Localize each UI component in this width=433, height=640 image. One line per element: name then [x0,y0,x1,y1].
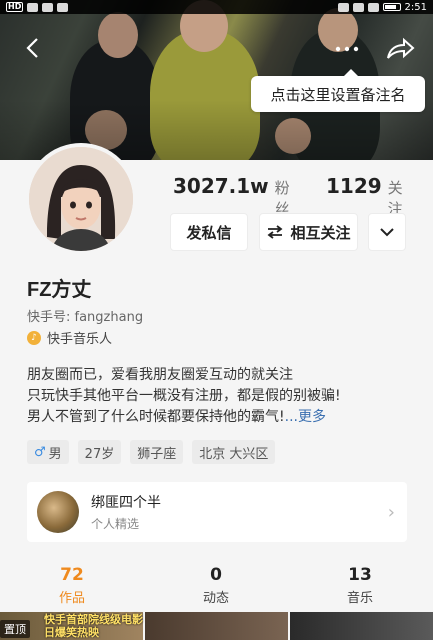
musician-badge-label: 快手音乐人 [47,332,113,347]
profile-name: FZ方丈 [27,279,92,301]
avatar-illustration-icon [29,147,133,251]
music-note-icon: ♪ [27,330,41,345]
set-remark-tooltip[interactable]: 点击这里设置备注名 [251,69,425,112]
collection-texts: 绑匪四个半 个人精选 [91,492,161,532]
collection-subtitle: 个人精选 [91,517,140,531]
location-tag: 北京 大兴区 [192,440,276,464]
chevron-down-icon [380,228,394,237]
age-tag: 27岁 [77,440,122,464]
bio: 朋友圈而已，爱看我朋友圈爱互动的就关注 只玩快手其他平台一概没有注册，都是假的别… [27,365,412,428]
more-actions-dropdown[interactable] [368,213,406,251]
mutual-arrows-icon [267,225,283,239]
bluetooth-icon [352,2,364,12]
bio-more-link[interactable]: ...更多 [285,409,326,425]
tab-music[interactable]: 13 音乐 [288,565,432,615]
share-arrow-icon [387,37,415,59]
collection-title: 绑匪四个半 [91,495,161,511]
back-button[interactable] [22,36,46,60]
mutual-follow-button[interactable]: 相互关注 [259,213,358,251]
status-right-icons: 2:51 [337,1,427,13]
more-dots-icon [335,46,359,52]
musician-badge[interactable]: ♪ 快手音乐人 [27,328,112,347]
work-caption-line-2: 日爆笑热映 [44,626,99,639]
app-notification-icon [42,2,54,12]
pinned-badge: 置顶 [0,620,30,638]
cover-head-left [98,12,138,58]
avatar[interactable] [25,143,137,255]
bio-line-3: 男人不管到了什么时候都要保持他的霸气!...更多 [27,407,412,428]
mute-icon [367,2,379,12]
status-bar: HD 2:51 [0,0,433,14]
work-thumbnail[interactable] [145,612,288,640]
tab-works-label: 作品 [58,591,85,606]
work-caption: 快手首部院线级电影 日爆笑热映 [44,613,143,639]
nfc-icon [337,2,349,12]
send-message-button[interactable]: 发私信 [170,213,248,251]
collection-thumbnail [37,491,79,533]
hd-icon: HD [6,2,24,12]
status-time: 2:51 [404,1,427,13]
gender-tag-label: 男 [48,446,62,462]
profile-section: 3027.1w 粉丝 1129 关注 发私信 相互关注 FZ方丈 快手号: fa… [0,143,433,640]
tab-works-count: 72 [60,565,84,585]
tab-works[interactable]: 72 作品 [0,565,144,615]
signal-icon [27,2,39,12]
more-options-button[interactable] [334,40,360,60]
bio-line-1: 朋友圈而已，爱看我朋友圈爱互动的就关注 [27,367,293,383]
send-message-label: 发私信 [186,223,232,242]
back-arrow-icon [26,38,38,58]
work-thumbnail[interactable]: 快手首部院线级电影 日爆笑热映 置顶 [0,612,143,640]
tab-music-count: 13 [348,565,372,585]
tab-music-label: 音乐 [346,591,373,606]
collection-card[interactable]: 绑匪四个半 个人精选 › [27,482,407,542]
works-grid: 快手首部院线级电影 日爆笑热映 置顶 [0,612,433,640]
share-button[interactable] [385,36,415,62]
tab-moments-label: 动态 [202,591,229,606]
tab-moments[interactable]: 0 动态 [144,565,288,615]
battery-icon [382,3,401,11]
male-icon: ♂ [34,444,46,460]
kuaishou-id[interactable]: 快手号: fangzhang [27,306,143,325]
work-thumbnail[interactable] [290,612,433,640]
tab-moments-count: 0 [210,565,222,585]
bio-line-2: 只玩快手其他平台一概没有注册，都是假的别被骗! [27,388,341,404]
work-caption-line-1: 快手首部院线级电影 [44,613,143,626]
gender-tag: ♂ 男 [27,440,69,464]
profile-tabs: 72 作品 0 动态 13 音乐 [0,565,433,615]
profile-tags: ♂ 男 27岁 狮子座 北京 大兴区 [27,440,276,464]
wechat-icon [57,2,69,12]
status-left-icons: HD [6,2,69,12]
chevron-right-icon: › [387,502,395,523]
fans-count[interactable]: 3027.1w [173,174,269,198]
zodiac-tag: 狮子座 [130,440,184,464]
following-count[interactable]: 1129 [326,174,382,198]
mutual-follow-label: 相互关注 [290,223,351,242]
bio-line-3-text: 男人不管到了什么时候都要保持他的霸气! [27,409,285,425]
